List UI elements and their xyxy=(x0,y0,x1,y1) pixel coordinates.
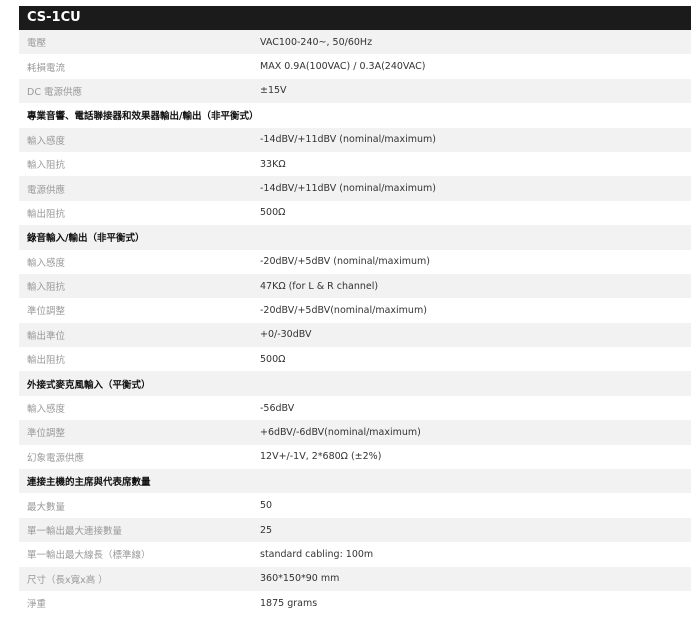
spec-row: 輸出阻抗 500Ω xyxy=(19,201,691,225)
section-heading: 專業音響、電話聯接器和效果器輸出/輸出（非平衡式） xyxy=(27,111,259,123)
spec-title: CS-1CU xyxy=(19,6,691,30)
spec-label: 淨重 xyxy=(27,599,47,611)
spec-rows: 電壓 VAC100-240~, 50/60Hz 耗損電流 MAX 0.9A(100VA… xyxy=(19,30,691,615)
spec-label: 輸入感度 xyxy=(27,257,66,269)
spec-value: 47KΩ (for L & R channel) xyxy=(260,280,379,292)
spec-value: 500Ω xyxy=(260,207,286,219)
spec-row: 輸出阻抗 500Ω xyxy=(19,347,691,371)
section-heading-row: 外接式麥克風輸入（平衡式） xyxy=(19,371,691,396)
spec-value: 500Ω xyxy=(260,353,286,365)
spec-value: 33KΩ xyxy=(260,158,286,170)
spec-value: -14dBV/+11dBV (nominal/maximum) xyxy=(260,134,436,146)
spec-label: 輸入感度 xyxy=(27,404,66,416)
spec-label: 尺寸（長x寬x高 ） xyxy=(27,574,108,586)
spec-label: 輸出阻抗 xyxy=(27,355,66,367)
spec-label: 輸入阻抗 xyxy=(27,160,66,172)
spec-label: 單一輸出最大連接數量 xyxy=(27,526,123,537)
spec-row: 輸入感度 -14dBV/+11dBV (nominal/maximum) xyxy=(19,127,691,152)
spec-row: 輸入阻抗 33KΩ xyxy=(19,152,691,176)
spec-value: +0/-30dBV xyxy=(260,329,312,341)
spec-row: 最大數量 50 xyxy=(19,493,691,517)
spec-row: 單一輸出最大連接數量 25 xyxy=(19,517,691,543)
section-heading: 錄音輸入/輸出（非平衡式） xyxy=(27,233,145,245)
spec-row: 輸入阻抗 47KΩ (for L & R channel) xyxy=(19,273,691,299)
spec-value: 360*150*90 mm xyxy=(260,573,340,585)
spec-value: 1875 grams xyxy=(260,597,318,609)
spec-label: 耗損電流 xyxy=(27,62,66,74)
spec-label: 輸入阻抗 xyxy=(27,282,66,294)
spec-row: 淨重 1875 grams xyxy=(19,591,691,615)
spec-label: 輸出準位 xyxy=(27,330,66,342)
spec-value: 25 xyxy=(260,524,273,536)
section-heading-row: 專業音響、電話聯接器和效果器輸出/輸出（非平衡式） xyxy=(19,103,691,127)
spec-row: 電壓 VAC100-240~, 50/60Hz xyxy=(19,30,691,55)
spec-row: DC 電源供應 ±15V xyxy=(19,78,691,104)
spec-value: ±15V xyxy=(260,85,287,97)
spec-value: -20dBV/+5dBV(nominal/maximum) xyxy=(260,304,427,316)
spec-value: 12V+/-1V, 2*680Ω (±2%) xyxy=(260,451,382,463)
spec-row: 單一輸出最大線長（標準線） standard cabling: 100m xyxy=(19,542,691,566)
spec-value: standard cabling: 100m xyxy=(260,548,374,560)
spec-row: 尺寸（長x寬x高 ） 360*150*90 mm xyxy=(19,566,691,591)
section-heading: 外接式麥克風輸入（平衡式） xyxy=(27,379,151,391)
spec-row: 輸出準位 +0/-30dBV xyxy=(19,322,691,348)
spec-label: 電源供應 xyxy=(27,184,66,196)
spec-label: 準位調整 xyxy=(27,428,66,440)
spec-value: +6dBV/-6dBV(nominal/maximum) xyxy=(260,426,421,438)
spec-row: 耗損電流 MAX 0.9A(100VAC) / 0.3A(240VAC) xyxy=(19,54,691,78)
spec-label: 單一輸出最大線長（標準線） xyxy=(27,550,151,562)
section-heading-row: 錄音輸入/輸出（非平衡式） xyxy=(19,225,691,250)
spec-label: 準位調整 xyxy=(27,306,66,318)
spec-row: 幻象電源供應 12V+/-1V, 2*680Ω (±2%) xyxy=(19,445,691,469)
spec-row: 電源供應 -14dBV/+11dBV (nominal/maximum) xyxy=(19,176,691,201)
spec-label: DC 電源供應 xyxy=(27,86,82,98)
spec-value: VAC100-240~, 50/60Hz xyxy=(260,36,373,48)
spec-row: 輸入感度 -56dBV xyxy=(19,396,691,420)
spec-table: CS-1CU 電壓 VAC100-240~, 50/60Hz 耗損電流 MAX 0.9… xyxy=(19,6,691,615)
spec-label: 輸出阻抗 xyxy=(27,208,66,220)
spec-value: -56dBV xyxy=(260,402,295,414)
spec-row: 準位調整 +6dBV/-6dBV(nominal/maximum) xyxy=(19,420,691,445)
spec-label: 輸入感度 xyxy=(27,135,66,147)
spec-value: 50 xyxy=(260,500,273,512)
spec-label: 電壓 xyxy=(27,38,47,50)
spec-value: -14dBV/+11dBV (nominal/maximum) xyxy=(260,183,436,195)
section-heading: 連接主機的主席與代表席數量 xyxy=(27,477,151,489)
spec-label: 最大數量 xyxy=(27,501,66,513)
section-heading-row: 連接主機的主席與代表席數量 xyxy=(19,469,691,494)
spec-row: 準位調整 -20dBV/+5dBV(nominal/maximum) xyxy=(19,298,691,322)
spec-value: -20dBV/+5dBV (nominal/maximum) xyxy=(260,256,430,268)
spec-row: 輸入感度 -20dBV/+5dBV (nominal/maximum) xyxy=(19,250,691,274)
spec-value: MAX 0.9A(100VAC) / 0.3A(240VAC) xyxy=(260,61,426,73)
spec-label: 幻象電源供應 xyxy=(27,452,85,464)
